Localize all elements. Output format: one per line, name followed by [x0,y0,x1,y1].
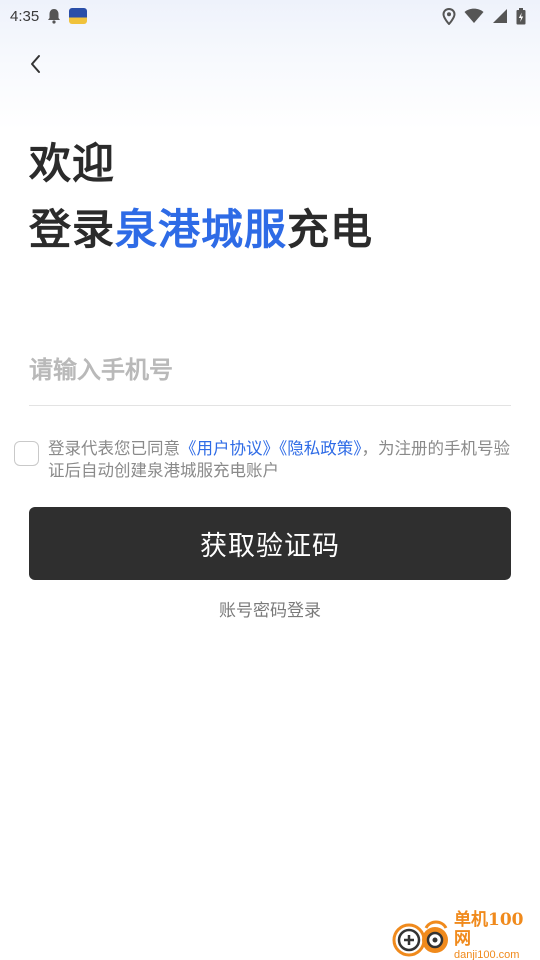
status-left: 4:35 [10,7,88,25]
status-bar: 4:35 [0,0,540,32]
phone-input[interactable] [29,340,511,400]
app-notif-icon [69,8,88,24]
location-icon [442,7,456,25]
agreement-checkbox[interactable] [14,441,39,466]
account-password-login-link[interactable]: 账号密码登录 [0,596,540,621]
wifi-icon [464,8,484,24]
brand-name: 泉港城服 [115,205,288,254]
privacy-policy-link[interactable]: 《隐私政策》 [279,439,362,458]
status-time: 4:35 [10,7,40,25]
status-right [442,7,526,25]
watermark-title: 单机100网 [454,910,524,949]
welcome-heading: 欢迎 [29,139,116,188]
battery-icon [516,7,526,25]
agreement-text: 登录代表您已同意《用户协议》《隐私政策》，为注册的手机号验证后自动创建泉港城服充… [48,438,524,482]
signal-icon [492,8,508,24]
login-heading: 登录泉港城服充电 [29,200,373,260]
chevron-left-icon [29,54,43,74]
login-suffix: 充电 [287,205,374,254]
watermark: 单机100网 danji100.com [390,911,540,960]
login-prefix: 登录 [29,205,116,254]
get-code-button[interactable]: 获取验证码 [29,507,511,580]
watermark-text: 单机100网 danji100.com [454,911,540,960]
watermark-url: danji100.com [454,948,520,960]
back-button[interactable] [22,50,50,78]
user-agreement-link[interactable]: 《用户协议》 [180,439,279,458]
phone-field [29,340,511,406]
watermark-logo [390,914,452,958]
bell-icon [47,8,61,24]
agreement-text-before: 登录代表您已同意 [48,439,180,458]
agreement-row: 登录代表您已同意《用户协议》《隐私政策》，为注册的手机号验证后自动创建泉港城服充… [14,438,524,482]
